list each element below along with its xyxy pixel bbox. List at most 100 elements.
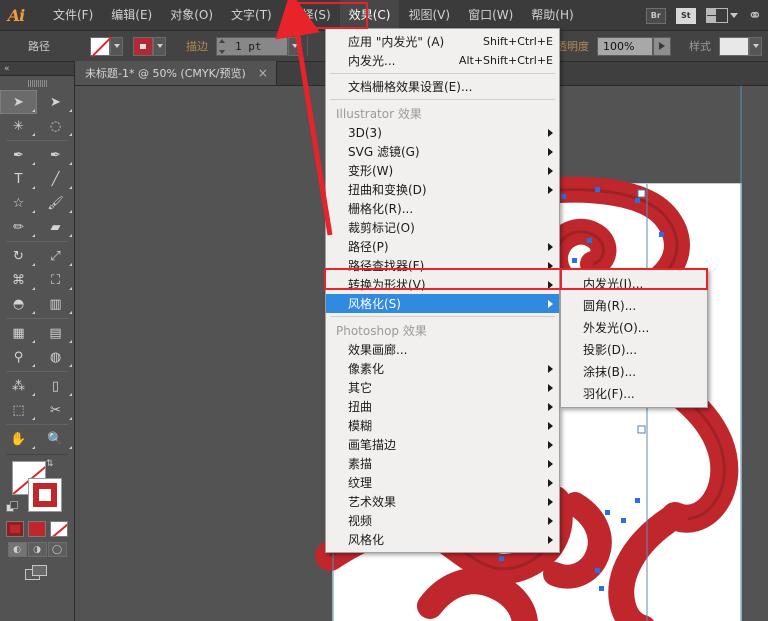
graph-tool[interactable]: ▯ — [37, 374, 74, 398]
type-tool[interactable]: T — [0, 167, 37, 191]
line-segment-tool[interactable]: ╱ — [37, 167, 74, 191]
curvature-tool[interactable]: ✒ — [37, 143, 74, 167]
stroke-swatch[interactable] — [133, 37, 153, 56]
stroke-weight-field[interactable]: 1 pt — [216, 37, 288, 56]
symbol-sprayer-tool[interactable]: ⁂ — [0, 374, 37, 398]
stroke-dropdown-icon[interactable] — [153, 37, 166, 56]
submenu-item-label: 外发光(O)... — [583, 319, 649, 336]
submenu-item[interactable]: 外发光(O)... — [561, 316, 707, 338]
menu-item-0[interactable]: 文件(F) — [44, 0, 102, 31]
menu-row[interactable]: 素描 — [326, 454, 559, 473]
paintbrush-tool[interactable]: 🖌 — [37, 191, 74, 215]
shape-builder-tool[interactable]: ◓ — [0, 292, 37, 316]
shape-star-tool[interactable]: ☆ — [0, 191, 37, 215]
menu-row[interactable]: 画笔描边 — [326, 435, 559, 454]
eyedropper-tool[interactable]: ⚲ — [0, 345, 37, 369]
tools-panel-grip[interactable] — [0, 76, 74, 90]
menu-row[interactable]: 裁剪标记(O) — [326, 218, 559, 237]
perspective-grid-tool[interactable]: ▦ — [0, 321, 37, 345]
submenu-item[interactable]: 圆角(R)... — [561, 294, 707, 316]
menu-row[interactable]: 栅格化(R)... — [326, 199, 559, 218]
menu-item-8[interactable]: 帮助(H) — [522, 0, 582, 31]
free-transform-tool[interactable]: ⛶ — [37, 268, 74, 292]
eraser-tool[interactable]: ▰ — [37, 215, 74, 239]
artboard-tool[interactable]: ⬚ — [0, 398, 37, 422]
submenu-item[interactable]: 羽化(F)... — [561, 382, 707, 404]
none-button[interactable] — [50, 521, 68, 537]
stock-icon[interactable]: St — [676, 8, 696, 24]
fill-swatch[interactable] — [90, 37, 110, 56]
scale-tool[interactable]: ⤢ — [37, 244, 74, 268]
swap-fill-stroke-icon[interactable]: ⇅ — [46, 459, 54, 469]
draw-inside-icon[interactable]: ◯ — [48, 542, 67, 557]
draw-normal-icon[interactable]: ◐ — [8, 542, 27, 557]
menu-item-1[interactable]: 编辑(E) — [102, 0, 161, 31]
submenu-item[interactable]: 投影(D)... — [561, 338, 707, 360]
stroke-weight-stepper[interactable] — [219, 39, 230, 54]
effect-menu-dropdown[interactable]: 应用 "内发光" (A)Shift+Ctrl+E内发光...Alt+Shift+… — [325, 28, 560, 553]
gradient-button[interactable] — [28, 521, 46, 537]
menu-row[interactable]: 内发光...Alt+Shift+Ctrl+E — [326, 51, 559, 70]
pen-tool[interactable]: ✒ — [0, 143, 37, 167]
gradient-tool[interactable]: ▤ — [37, 321, 74, 345]
document-tab[interactable]: 未标题-1* @ 50% (CMYK/预览) × — [75, 61, 277, 85]
menu-row[interactable]: 路径(P) — [326, 237, 559, 256]
stroke-color-swatch[interactable] — [28, 478, 62, 512]
menu-row[interactable]: 文档栅格效果设置(E)... — [326, 77, 559, 96]
menu-row[interactable]: 变形(W) — [326, 161, 559, 180]
menu-row[interactable]: 风格化(S) — [326, 294, 559, 313]
fill-dropdown-icon[interactable] — [110, 37, 123, 56]
menu-item-7[interactable]: 窗口(W) — [459, 0, 522, 31]
menu-row[interactable]: 艺术效果 — [326, 492, 559, 511]
graphic-style-swatch[interactable] — [719, 37, 749, 56]
menu-item-4[interactable]: 选择(S) — [281, 0, 340, 31]
close-icon[interactable]: × — [258, 67, 268, 79]
menu-row[interactable]: 3D(3) — [326, 123, 559, 142]
blend-tool[interactable]: ◍ — [37, 345, 74, 369]
menu-row[interactable]: 风格化 — [326, 530, 559, 549]
menu-row[interactable]: 视频 — [326, 511, 559, 530]
menu-row[interactable]: 模糊 — [326, 416, 559, 435]
workspace-switcher-icon[interactable] — [706, 8, 738, 23]
menu-row[interactable]: 扭曲 — [326, 397, 559, 416]
opacity-popup-icon[interactable] — [653, 37, 671, 56]
menu-row[interactable]: 扭曲和变换(D) — [326, 180, 559, 199]
menu-item-6[interactable]: 视图(V) — [399, 0, 459, 31]
tool-group-divider — [6, 241, 68, 242]
menu-row[interactable]: 像素化 — [326, 359, 559, 378]
selection-tool[interactable]: ➤ — [0, 90, 37, 114]
lasso-tool[interactable]: ◌ — [37, 114, 74, 138]
magic-wand-tool[interactable]: ✳ — [0, 114, 37, 138]
menu-row[interactable]: 转换为形状(V) — [326, 275, 559, 294]
style-dropdown-icon[interactable] — [749, 37, 762, 56]
stylize-submenu[interactable]: 内发光(I)...圆角(R)... 外发光(O)... 投影(D)...涂抹(B).… — [560, 268, 708, 408]
width-tool[interactable]: ⌘ — [0, 268, 37, 292]
menu-row[interactable]: 路径查找器(F) — [326, 256, 559, 275]
stroke-weight-dropdown-icon[interactable] — [288, 37, 301, 56]
menu-row[interactable]: SVG 滤镜(G) — [326, 142, 559, 161]
creative-cloud-icon[interactable]: ⚭ — [748, 6, 762, 26]
tools-panel-collapse-button[interactable]: « — [0, 62, 74, 76]
zoom-tool[interactable]: 🔍 — [37, 427, 74, 451]
menu-item-3[interactable]: 文字(T) — [222, 0, 281, 31]
bridge-icon[interactable]: Br — [646, 8, 666, 24]
column-graph-tool[interactable]: ▥ — [37, 292, 74, 316]
menu-row[interactable]: 应用 "内发光" (A)Shift+Ctrl+E — [326, 32, 559, 51]
hand-tool[interactable]: ✋ — [0, 427, 37, 451]
draw-behind-icon[interactable]: ◑ — [28, 542, 47, 557]
screen-mode-button[interactable] — [0, 565, 74, 583]
color-button[interactable] — [6, 521, 24, 537]
direct-selection-tool[interactable]: ➤ — [37, 90, 74, 114]
submenu-item[interactable]: 内发光(I)... — [561, 272, 707, 294]
menu-row[interactable]: 效果画廊... — [326, 340, 559, 359]
menu-item-5[interactable]: 效果(C) — [340, 0, 400, 31]
menu-row[interactable]: 纹理 — [326, 473, 559, 492]
opacity-value[interactable]: 100% — [597, 37, 653, 56]
rotate-tool[interactable]: ↻ — [0, 244, 37, 268]
menu-row[interactable]: 其它 — [326, 378, 559, 397]
pencil-tool[interactable]: ✏ — [0, 215, 37, 239]
submenu-item[interactable]: 涂抹(B)... — [561, 360, 707, 382]
default-fill-stroke-icon[interactable] — [6, 501, 18, 513]
menu-item-2[interactable]: 对象(O) — [161, 0, 222, 31]
slice-tool[interactable]: ✂ — [37, 398, 74, 422]
